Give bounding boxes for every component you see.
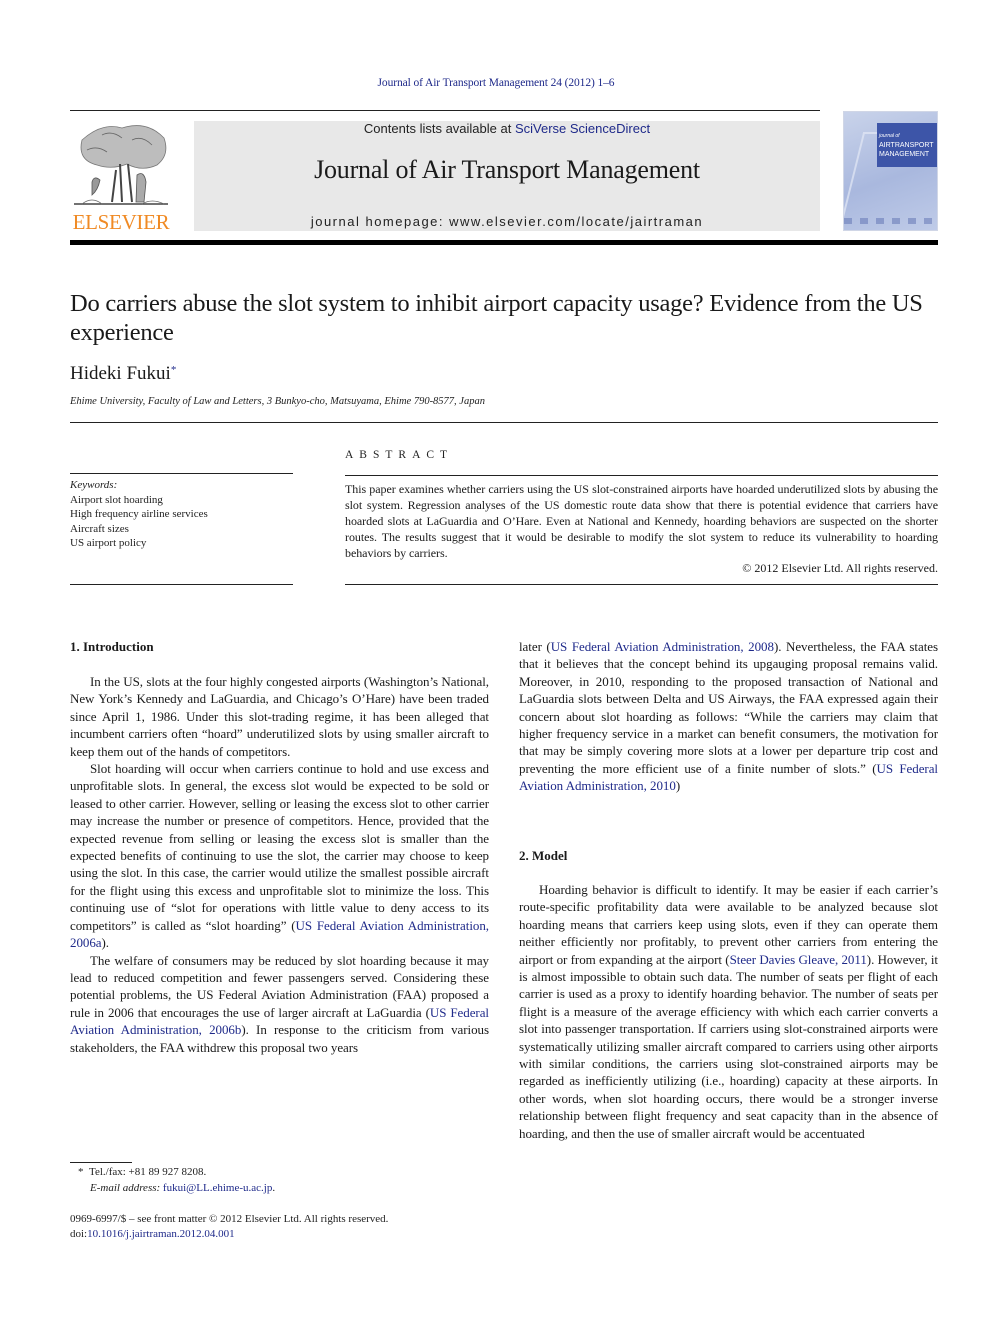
footnote-email: E-mail address: fukui@LL.ehime-u.ac.jp. [78,1181,275,1197]
elsevier-wordmark: ELSEVIER [72,210,170,234]
cover-title-line3: MANAGEMENT [879,151,930,158]
footnote-rule [70,1162,132,1163]
abstract-text: This paper examines whether carriers usi… [345,482,938,560]
elsevier-tree-icon [74,125,168,205]
abstract-heading: ABSTRACT [345,449,454,461]
header-thick-rule [70,240,938,245]
author-footnote-mark[interactable]: * [171,364,177,376]
model-paragraph-1-cont: ). However, it is almost impossible to o… [519,951,938,1141]
front-matter: 0969-6997/$ – see front matter © 2012 El… [70,1212,388,1242]
section-heading-model: 2. Model [519,848,568,863]
footnote-tel-text: Tel./fax: +81 89 927 8208. [89,1166,207,1178]
intro-paragraph-1: In the US, slots at the four highly cong… [70,674,489,759]
cover-title: journal of AIRTRANSPORT MANAGEMENT [879,132,937,159]
keywords-block: Keywords: Airport slot hoarding High fre… [70,478,293,551]
email-link[interactable]: fukui@LL.ehime-u.ac.jp [163,1182,272,1194]
keyword-item: High frequency airline services [70,508,208,520]
intro-paragraph-3-continued: later (US Federal Aviation Administratio… [519,638,938,795]
continuation-text: ). Nevertheless, the FAA states that it … [519,639,938,776]
intro-paragraph-3: The welfare of consumers may be reduced … [70,952,489,1056]
continuation-close: ) [675,778,681,794]
journal-banner: Contents lists available at SciVerse Sci… [194,121,820,231]
intro-paragraph-2: Slot hoarding will occur when carriers c… [70,760,489,951]
keywords-heading: Keywords: [70,479,118,491]
author: Hideki Fukui* [70,363,176,385]
journal-citation-link[interactable]: Journal of Air Transport Management 24 (… [0,77,992,89]
cover-title-line2: AIRTRANSPORT [879,142,934,149]
abstract-rule-bottom [345,584,938,585]
journal-homepage[interactable]: journal homepage: www.elsevier.com/locat… [194,214,820,229]
elsevier-logo[interactable]: ELSEVIER [70,120,172,234]
keywords-rule-bottom [70,584,293,585]
footnote-mark: * [78,1166,84,1178]
email-end: . [272,1181,276,1194]
keyword-item: US airport policy [70,537,147,549]
citation-link[interactable]: US Federal Aviation Administration, 2008 [551,639,774,654]
intro-paragraph-2-end: ). [101,935,110,951]
right-column-continuation: later (US Federal Aviation Administratio… [519,638,938,795]
footnote-tel: * Tel./fax: +81 89 927 8208. [78,1165,275,1181]
keyword-item: Aircraft sizes [70,522,129,535]
contents-prefix: Contents lists available at [363,121,515,136]
right-column-model-body: Hoarding behavior is difficult to identi… [519,881,938,1142]
cover-title-line1: journal of [879,133,900,139]
keyword-item: Airport slot hoarding [70,493,163,506]
intro-paragraph-2-text: Slot hoarding will occur when carriers c… [70,761,489,933]
doi-line: doi:10.1016/j.jairtraman.2012.04.001 [70,1227,388,1242]
continuation-start: later ( [519,639,551,654]
abstract-rule-top [345,475,938,476]
front-matter-line: 0969-6997/$ – see front matter © 2012 El… [70,1213,389,1225]
article-title: Do carriers abuse the slot system to inh… [70,290,923,346]
keywords-rule-top [70,473,293,474]
author-name: Hideki Fukui [70,363,171,384]
citation-link[interactable]: Steer Davies Gleave, 2011 [730,952,867,967]
sciencedirect-link[interactable]: SciVerse ScienceDirect [515,121,650,136]
email-label: E-mail address: [90,1181,161,1194]
left-column-body: In the US, slots at the four highly cong… [70,673,489,1056]
cover-sponsor-strip [844,218,937,224]
doi-label: doi: [70,1228,88,1240]
author-affiliation: Ehime University, Faculty of Law and Let… [70,396,485,407]
info-rule [70,422,938,423]
section-heading-introduction: 1. Introduction [70,639,154,654]
journal-title: Journal of Air Transport Management [314,155,700,184]
header-rule [70,110,820,111]
journal-cover-image[interactable]: journal of AIRTRANSPORT MANAGEMENT [843,111,938,231]
author-footnote: * Tel./fax: +81 89 927 8208. E-mail addr… [78,1165,275,1196]
intro-paragraph-3-text: The welfare of consumers may be reduced … [70,952,489,1020]
contents-line: Contents lists available at SciVerse Sci… [194,121,820,136]
abstract-copyright: © 2012 Elsevier Ltd. All rights reserved… [742,561,938,575]
model-paragraph-1: Hoarding behavior is difficult to identi… [519,881,938,1142]
doi-link[interactable]: 10.1016/j.jairtraman.2012.04.001 [87,1228,235,1240]
